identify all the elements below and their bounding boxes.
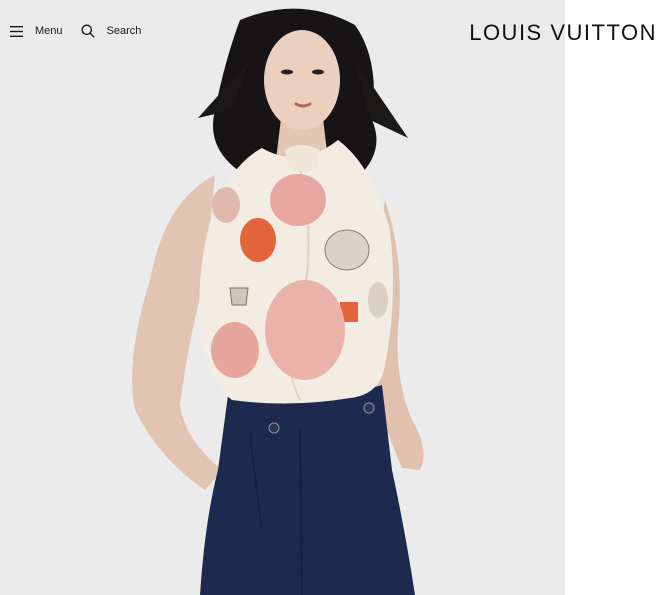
hero-image[interactable] [0,0,565,595]
search-label: Search [106,25,142,37]
site-header: Menu Search LOUIS VUITTON [0,0,665,68]
brand-logo[interactable]: LOUIS VUITTON [469,20,657,46]
menu-button[interactable]: Menu [9,24,63,38]
search-button[interactable]: Search [81,24,142,38]
menu-label: Menu [35,25,63,37]
model-illustration [132,8,424,595]
hamburger-icon [9,24,23,38]
page: Menu Search LOUIS VUITTON [0,0,665,595]
nav-left: Menu Search [9,24,141,38]
search-icon [81,24,95,38]
